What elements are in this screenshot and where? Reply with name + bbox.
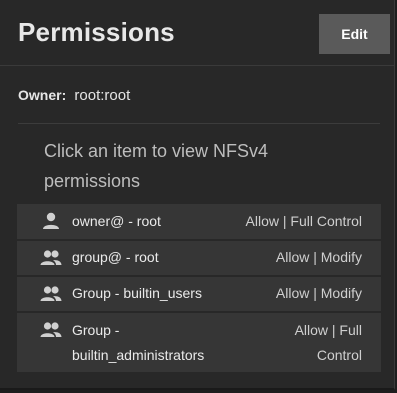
acl-item-owner-root[interactable]: owner@ - root Allow | Full Control	[17, 204, 381, 239]
acl-item-permission: Allow | Modify	[275, 249, 362, 265]
group-icon	[40, 249, 62, 267]
card-header: Permissions Edit	[0, 0, 395, 66]
user-icon	[40, 212, 62, 230]
acl-item-who: group@ - root	[72, 249, 159, 265]
owner-value: root:root	[74, 87, 131, 104]
acl-item-group-root[interactable]: group@ - root Allow | Modify	[17, 241, 381, 275]
group-icon	[40, 285, 62, 303]
acl-item-permission: Allow | Modify	[275, 285, 362, 301]
acl-item-who: Group - builtin_users	[72, 285, 202, 301]
acl-item-group-builtin-users[interactable]: Group - builtin_users Allow | Modify	[17, 277, 381, 311]
permissions-card: Permissions Edit Owner: root:root Click …	[0, 0, 395, 390]
acl-item-permission: Allow | Full Control	[245, 213, 362, 229]
acl-item-who: Group - builtin_administrators	[72, 322, 205, 363]
owner-label: Owner:	[18, 87, 67, 103]
card-title: Permissions	[18, 17, 175, 47]
owner-info: Owner: root:root	[18, 87, 130, 104]
acl-item-permission: Allow | Full Control	[294, 322, 362, 363]
group-icon	[40, 321, 62, 339]
acl-item-group-builtin-administrators[interactable]: Group - builtin_administrators Allow | F…	[17, 313, 381, 372]
acl-item-who: owner@ - root	[72, 213, 161, 229]
divider	[18, 123, 380, 124]
hint-text: Click an item to view NFSv4 permissions	[44, 141, 269, 191]
edit-button[interactable]: Edit	[319, 14, 390, 54]
